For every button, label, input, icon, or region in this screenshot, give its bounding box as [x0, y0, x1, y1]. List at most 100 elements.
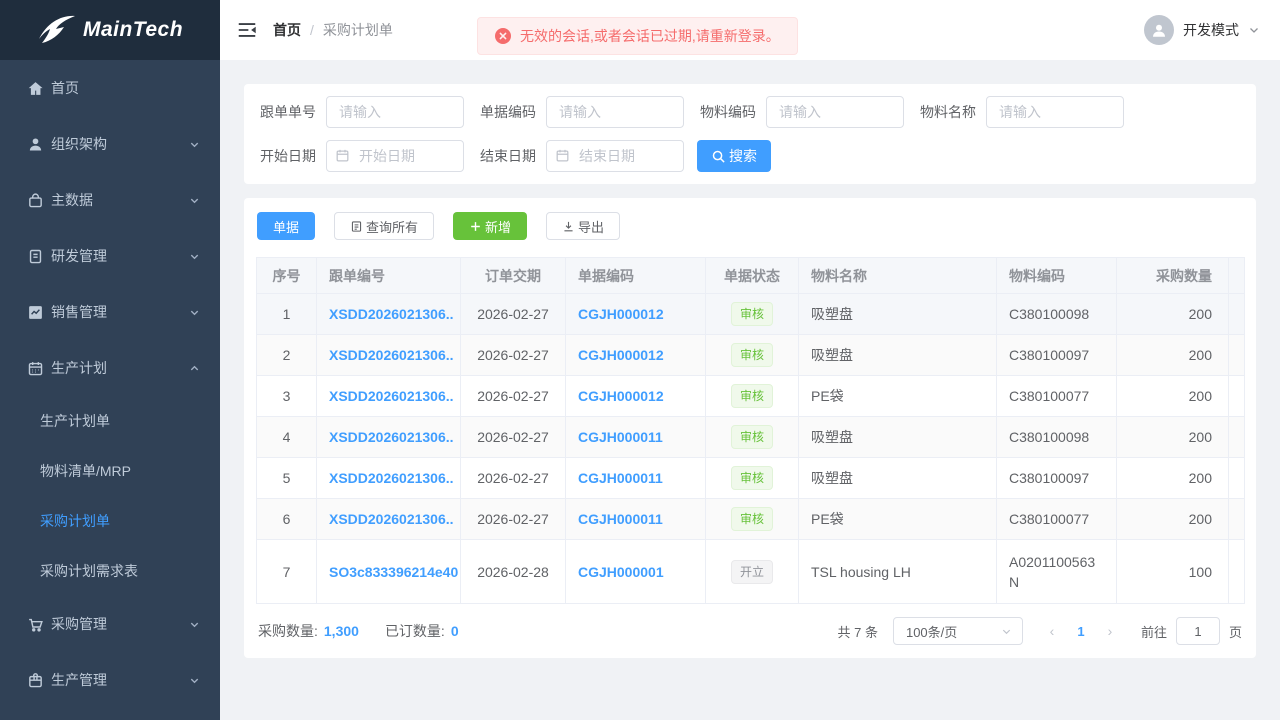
material-name-input[interactable] — [986, 96, 1124, 128]
table-footer: 采购数量: 1,300 已订数量: 0 共 7 条 100条/页 ‹ — [256, 604, 1244, 658]
chevron-down-icon — [189, 251, 200, 262]
field-label: 开始日期 — [256, 146, 326, 166]
status-badge: 审核 — [731, 384, 773, 408]
sidebar-subitem-purchase-plan-order[interactable]: 采购计划单 — [0, 496, 220, 546]
doc-no-link[interactable]: CGJH000011 — [578, 470, 663, 486]
chevron-up-icon — [189, 363, 200, 374]
status-badge: 审核 — [731, 507, 773, 531]
table-row[interactable]: 2 XSDD2026021306.. 2026-02-27 CGJH000012… — [257, 335, 1245, 376]
filler-cell — [1229, 294, 1245, 335]
home-icon — [27, 80, 44, 97]
search-button[interactable]: 搜索 — [697, 140, 771, 172]
sidebar-subitem-purchase-plan-demand[interactable]: 采购计划需求表 — [0, 546, 220, 596]
order-no-link[interactable]: SO3c833396214e40 — [329, 564, 458, 580]
order-no-input[interactable] — [326, 96, 464, 128]
field-label: 单据编码 — [476, 102, 546, 122]
avatar — [1144, 15, 1174, 45]
user-icon — [27, 136, 44, 153]
table-panel: 单据 查询所有 新增 导出 — [244, 198, 1256, 658]
add-button[interactable]: 新增 — [453, 212, 527, 240]
sidebar-item-purchase-management[interactable]: 采购管理 — [0, 596, 220, 652]
filler-cell — [1229, 458, 1245, 499]
sidebar-item-organization[interactable]: 组织架构 — [0, 116, 220, 172]
user-mode-label: 开发模式 — [1183, 20, 1239, 40]
breadcrumb-home[interactable]: 首页 — [273, 20, 301, 40]
order-no-link[interactable]: XSDD2026021306.. — [329, 470, 454, 486]
sidebar-item-rd-management[interactable]: 研发管理 — [0, 228, 220, 284]
breadcrumb-current: 采购计划单 — [323, 20, 393, 40]
page-size-select[interactable]: 100条/页 — [893, 617, 1023, 645]
sidebar-subitem-label: 采购计划需求表 — [40, 561, 138, 581]
export-button[interactable]: 导出 — [546, 212, 620, 240]
brand-swoosh-icon — [37, 13, 79, 47]
goto-page-input[interactable] — [1176, 617, 1220, 645]
doc-no-link[interactable]: CGJH000012 — [578, 388, 664, 404]
chevron-down-icon — [189, 195, 200, 206]
col-due-date: 订单交期 — [461, 258, 566, 294]
prev-page-icon[interactable]: ‹ — [1037, 623, 1067, 639]
status-badge: 开立 — [731, 560, 773, 584]
breadcrumb-separator: / — [310, 22, 314, 38]
col-order-no: 跟单编号 — [317, 258, 461, 294]
order-no-link[interactable]: XSDD2026021306.. — [329, 388, 454, 404]
chevron-down-icon — [1248, 24, 1260, 36]
bill-button[interactable]: 单据 — [257, 212, 315, 240]
field-order-no: 跟单单号 — [256, 96, 464, 128]
search-icon — [711, 149, 726, 164]
col-material-code: 物料编码 — [997, 258, 1117, 294]
doc-no-link[interactable]: CGJH000001 — [578, 564, 664, 580]
goto-label: 前往 — [1141, 622, 1167, 641]
table-row[interactable]: 5 XSDD2026021306.. 2026-02-27 CGJH000011… — [257, 458, 1245, 499]
sidebar-item-sales-management[interactable]: 销售管理 — [0, 284, 220, 340]
bag-icon — [27, 192, 44, 209]
query-all-button[interactable]: 查询所有 — [334, 212, 434, 240]
status-badge: 审核 — [731, 425, 773, 449]
table-row[interactable]: 7 SO3c833396214e40 2026-02-28 CGJH000001… — [257, 540, 1245, 604]
sidebar-item-label: 研发管理 — [51, 246, 107, 266]
chevron-down-icon — [1001, 626, 1012, 637]
sidebar-item-production-management[interactable]: 生产管理 — [0, 652, 220, 708]
doc-no-link[interactable]: CGJH000011 — [578, 511, 663, 527]
field-label: 物料名称 — [916, 102, 986, 122]
material-code-input[interactable] — [766, 96, 904, 128]
sidebar-subitem-bom-mrp[interactable]: 物料清单/MRP — [0, 446, 220, 496]
table-row[interactable]: 1 XSDD2026021306.. 2026-02-27 CGJH000012… — [257, 294, 1245, 335]
table-row[interactable]: 6 XSDD2026021306.. 2026-02-27 CGJH000011… — [257, 499, 1245, 540]
col-doc-no: 单据编码 — [566, 258, 706, 294]
order-no-link[interactable]: XSDD2026021306.. — [329, 429, 454, 445]
package-icon — [27, 672, 44, 689]
sidebar-item-production-plan[interactable]: 生产计划 — [0, 340, 220, 396]
doc-no-link[interactable]: CGJH000011 — [578, 429, 663, 445]
next-page-icon[interactable]: › — [1095, 623, 1125, 639]
sidebar-item-label: 生产计划 — [51, 358, 107, 378]
order-no-link[interactable]: XSDD2026021306.. — [329, 511, 454, 527]
pagination-total: 共 7 条 — [838, 622, 878, 641]
sidebar-item-home[interactable]: 首页 — [0, 60, 220, 116]
chevron-down-icon — [189, 675, 200, 686]
document-icon — [27, 248, 44, 265]
doc-no-link[interactable]: CGJH000012 — [578, 347, 664, 363]
calendar-icon — [555, 148, 570, 163]
sidebar-subitem-production-plan-order[interactable]: 生产计划单 — [0, 396, 220, 446]
order-no-link[interactable]: XSDD2026021306.. — [329, 306, 454, 322]
sidebar-item-label: 销售管理 — [51, 302, 107, 322]
table-row[interactable]: 4 XSDD2026021306.. 2026-02-27 CGJH000011… — [257, 417, 1245, 458]
session-error-alert: 无效的会话,或者会话已过期,请重新登录。 — [477, 17, 798, 55]
table-toolbar: 单据 查询所有 新增 导出 — [257, 212, 1244, 240]
sidebar-fold-icon[interactable] — [236, 19, 258, 41]
filler-cell — [1229, 540, 1245, 604]
filler-cell — [1229, 335, 1245, 376]
sidebar-item-label: 首页 — [51, 78, 79, 98]
purchase-plan-table: 序号 跟单编号 订单交期 单据编码 单据状态 物料名称 物料编码 采购数量 — [256, 257, 1245, 604]
doc-code-input[interactable] — [546, 96, 684, 128]
doc-no-link[interactable]: CGJH000012 — [578, 306, 664, 322]
table-row[interactable]: 3 XSDD2026021306.. 2026-02-27 CGJH000012… — [257, 376, 1245, 417]
order-no-link[interactable]: XSDD2026021306.. — [329, 347, 454, 363]
sidebar-item-master-data[interactable]: 主数据 — [0, 172, 220, 228]
page-number[interactable]: 1 — [1067, 624, 1095, 639]
col-qty: 采购数量 — [1117, 258, 1229, 294]
purchase-qty-value: 1,300 — [324, 623, 359, 639]
field-label: 跟单单号 — [256, 102, 326, 122]
user-menu[interactable]: 开发模式 — [1144, 15, 1260, 45]
status-badge: 审核 — [731, 466, 773, 490]
